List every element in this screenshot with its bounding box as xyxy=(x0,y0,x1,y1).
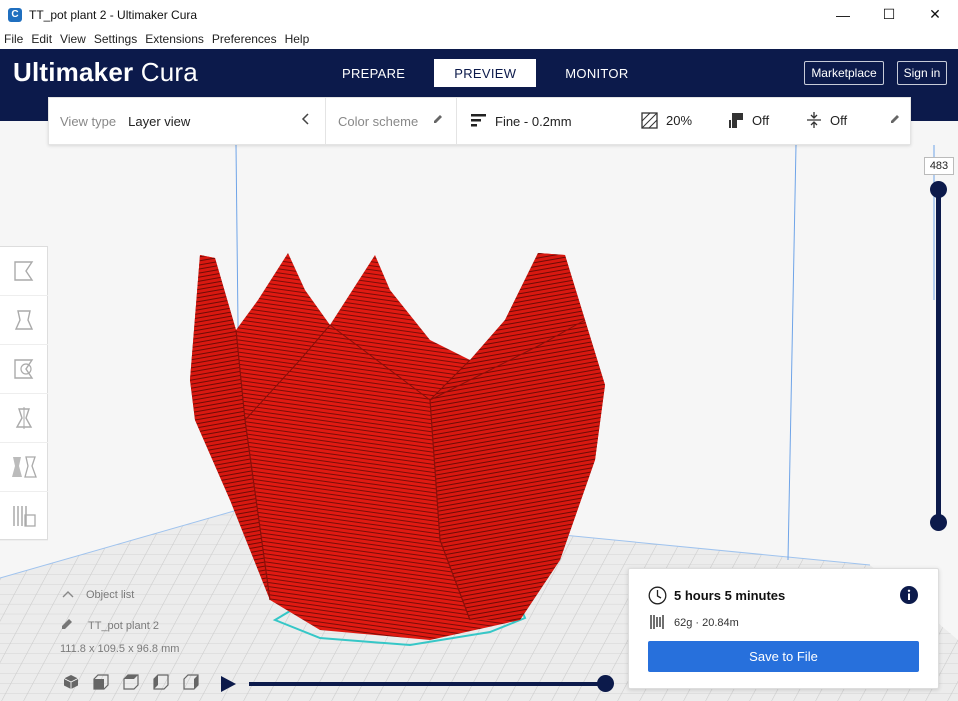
object-dimensions: 111.8 x 109.5 x 96.8 mm xyxy=(60,643,180,655)
chevron-up-icon xyxy=(62,589,74,601)
color-scheme-label: Color scheme xyxy=(338,113,419,129)
mirror-tool-icon[interactable] xyxy=(0,394,48,443)
rotate-tool-icon[interactable] xyxy=(0,345,48,394)
pencil-icon xyxy=(889,113,901,128)
menu-bar: File Edit View Settings Extensions Prefe… xyxy=(0,29,958,49)
menu-edit[interactable]: Edit xyxy=(28,32,55,46)
menu-preferences[interactable]: Preferences xyxy=(209,32,280,46)
per-model-settings-icon[interactable] xyxy=(0,443,48,492)
layer-path-slider-track[interactable] xyxy=(249,682,607,686)
print-info-panel: 5 hours 5 minutes 62g · 20.84m Save to F… xyxy=(628,568,939,689)
layer-slider-track[interactable] xyxy=(936,189,941,523)
marketplace-button[interactable]: Marketplace xyxy=(804,61,884,85)
layer-slider-top-handle[interactable] xyxy=(930,181,947,198)
material-usage: 62g · 20.84m xyxy=(674,617,739,629)
view-type-selector[interactable]: View type Layer view xyxy=(49,97,326,145)
object-list-header: Object list xyxy=(86,589,135,601)
layer-path-slider-handle[interactable] xyxy=(597,675,614,692)
support-icon xyxy=(728,112,744,132)
object-name: TT_pot plant 2 xyxy=(88,619,159,632)
front-view-icon[interactable] xyxy=(93,674,109,690)
current-layer-input[interactable]: 483 xyxy=(924,157,954,175)
minimize-button[interactable]: — xyxy=(820,0,866,29)
profile-icon xyxy=(471,113,487,130)
menu-file[interactable]: File xyxy=(1,32,26,46)
menu-extensions[interactable]: Extensions xyxy=(142,32,207,46)
cura-app-icon: C xyxy=(8,7,22,22)
pencil-icon xyxy=(432,113,444,128)
chevron-left-icon xyxy=(301,111,311,130)
scale-tool-icon[interactable] xyxy=(0,296,48,345)
support-blocker-icon[interactable] xyxy=(0,492,48,541)
menu-view[interactable]: View xyxy=(57,32,89,46)
support-value: Off xyxy=(752,113,770,128)
infill-value: 20% xyxy=(666,113,693,128)
adhesion-value: Off xyxy=(830,113,848,128)
right-view-icon[interactable] xyxy=(183,674,199,690)
view-type-value: Layer view xyxy=(128,113,191,129)
infill-icon xyxy=(641,112,658,132)
print-time: 5 hours 5 minutes xyxy=(674,588,786,603)
tab-monitor[interactable]: MONITOR xyxy=(546,59,647,87)
profile-value: Fine - 0.2mm xyxy=(495,113,572,129)
object-name-row[interactable]: TT_pot plant 2 xyxy=(60,617,159,634)
tab-preview[interactable]: PREVIEW xyxy=(434,59,537,87)
title-bar: C TT_pot plant 2 - Ultimaker Cura — ☐ ✕ xyxy=(0,0,958,29)
sign-in-button[interactable]: Sign in xyxy=(897,61,947,85)
3d-view-icon[interactable] xyxy=(63,674,79,690)
window-title: TT_pot plant 2 - Ultimaker Cura xyxy=(29,7,198,22)
brand-logo: Ultimaker Cura xyxy=(13,57,198,87)
maximize-button[interactable]: ☐ xyxy=(866,0,912,29)
tab-prepare[interactable]: PREPARE xyxy=(323,59,424,87)
close-button[interactable]: ✕ xyxy=(912,0,958,29)
tool-panel xyxy=(0,246,48,541)
view-type-label: View type xyxy=(60,113,117,129)
save-to-file-button[interactable]: Save to File xyxy=(648,641,919,672)
top-view-icon[interactable] xyxy=(123,674,139,690)
clock-icon xyxy=(648,586,667,608)
layer-slider-bottom-handle[interactable] xyxy=(930,514,947,531)
play-icon[interactable] xyxy=(219,675,237,696)
menu-settings[interactable]: Settings xyxy=(91,32,140,46)
info-icon[interactable] xyxy=(899,585,919,608)
view-settings-bar: View type Layer view Color scheme Fine -… xyxy=(48,97,911,145)
spool-icon xyxy=(650,614,666,633)
left-view-icon[interactable] xyxy=(153,674,169,690)
object-list-toggle[interactable]: Object list xyxy=(60,589,134,601)
adhesion-icon xyxy=(806,111,822,132)
move-tool-icon[interactable] xyxy=(0,247,48,296)
print-setup-selector[interactable]: Fine - 0.2mm 20% Off Off xyxy=(457,97,910,145)
menu-help[interactable]: Help xyxy=(282,32,313,46)
color-scheme-selector[interactable]: Color scheme xyxy=(326,97,457,145)
pencil-icon xyxy=(60,617,74,634)
